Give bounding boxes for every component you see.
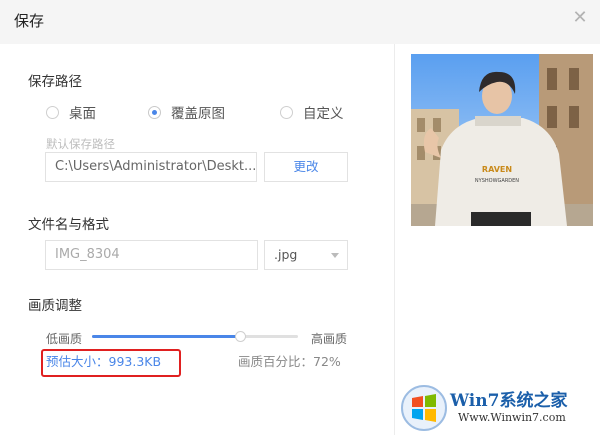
save-path-label: 保存路径 [28,74,82,90]
quality-slider[interactable] [92,331,298,342]
svg-text:RAVEN: RAVEN [482,165,512,174]
change-path-button[interactable]: 更改 [264,152,348,182]
low-quality-label: 低画质 [46,332,83,346]
dialog-title: 保存 [14,12,45,30]
windows-logo-icon [401,385,447,431]
file-name-input[interactable]: IMG_8304 [45,240,258,270]
close-icon[interactable]: ✕ [570,8,590,28]
radio-desktop[interactable]: 桌面 [46,102,96,122]
radio-circle-checked [148,105,161,119]
quality-label: 画质调整 [28,298,82,314]
quality-slider-handle[interactable] [235,331,246,342]
file-name-format-label: 文件名与格式 [28,217,109,233]
watermark-brand: Win7系统之家 [450,391,568,411]
format-select[interactable]: .jpg [264,240,348,270]
chevron-down-icon [331,253,339,258]
preview-photo: RAVEN NYSHOWGARDEN [411,54,593,226]
format-select-value: .jpg [274,247,298,262]
panel-divider [394,44,395,435]
quality-slider-fill [92,335,240,338]
radio-desktop-label: 桌面 [69,106,96,122]
quality-percent: 画质百分比：72% [238,354,341,369]
watermark: Win7系统之家 Www.Winwin7.com [398,380,600,435]
save-path-field[interactable]: C:\Users\Administrator\Deskt... [45,152,257,182]
highlight-box [41,349,181,377]
radio-custom-label: 自定义 [303,106,344,122]
radio-circle [280,105,293,119]
high-quality-label: 高画质 [311,332,348,346]
watermark-url: Www.Winwin7.com [458,411,566,424]
image-preview: RAVEN NYSHOWGARDEN [411,54,593,226]
radio-circle [46,105,59,119]
radio-custom[interactable]: 自定义 [280,102,344,122]
preview-jacket-text: NYSHOWGARDEN [475,178,519,184]
title-bar: 保存 ✕ [0,0,600,44]
default-path-hint: 默认保存路径 [46,137,115,151]
radio-overwrite-label: 覆盖原图 [171,106,225,122]
radio-overwrite[interactable]: 覆盖原图 [148,102,225,122]
